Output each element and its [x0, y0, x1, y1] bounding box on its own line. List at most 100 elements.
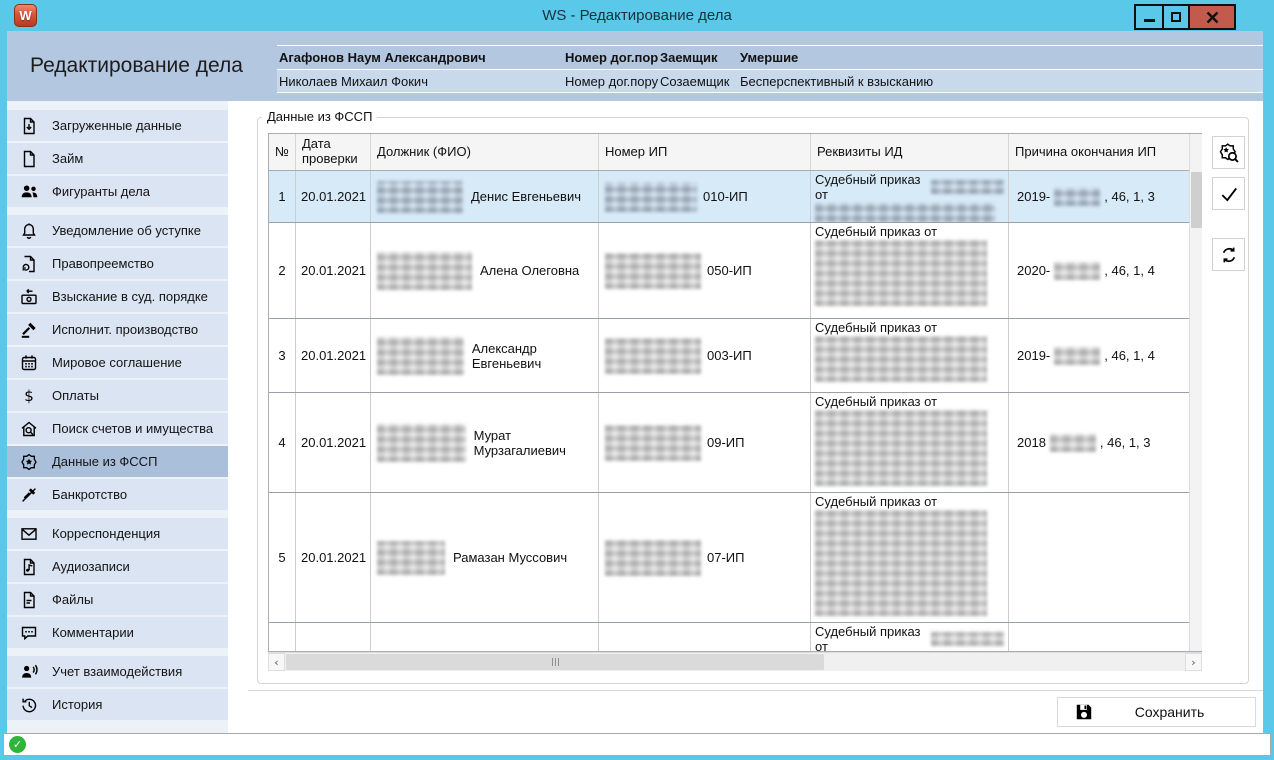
col-header-end-reason[interactable]: Причина окончания ИП [1009, 134, 1201, 170]
cell-debtor: Рамазан Муссович [371, 493, 599, 622]
sidebar-item-audio-records[interactable]: Аудиозаписи [7, 551, 228, 582]
sidebar-item-label: Оплаты [52, 388, 99, 403]
redacted-block [605, 540, 701, 576]
horizontal-scroll-thumb[interactable] [286, 654, 824, 670]
reason-suffix: , 46, 1, 4 [1104, 263, 1155, 278]
minimize-button[interactable] [1136, 6, 1162, 28]
sidebar-item-label: Файлы [52, 592, 93, 607]
sidebar-item-court-collection[interactable]: Взыскание в суд. порядке [7, 281, 228, 312]
envelope-icon [19, 524, 39, 544]
sidebar-item-fssp-data[interactable]: Данные из ФССП [7, 446, 228, 477]
table-horizontal-scrollbar[interactable]: ‹ › [268, 652, 1202, 671]
redacted-block [815, 203, 995, 222]
close-button[interactable] [1188, 6, 1234, 28]
vertical-scroll-thumb[interactable] [1191, 172, 1202, 228]
scroll-grip-icon [555, 658, 556, 666]
sidebar-item-settlement[interactable]: Мировое соглашение [7, 347, 228, 378]
refresh-button[interactable] [1212, 238, 1245, 271]
check-icon [1219, 184, 1239, 204]
cell-date: 20.01.2021 [296, 171, 371, 222]
sidebar-item-interaction-log[interactable]: Учет взаимодействия [7, 656, 228, 687]
requisites-text: Судебный приказ от [815, 394, 937, 409]
sidebar-item-payments[interactable]: $ Оплаты [7, 380, 228, 411]
groupbox-title: Данные из ФССП [262, 109, 377, 124]
sidebar-item-asset-search[interactable]: Поиск счетов и имущества [7, 413, 228, 444]
table-row[interactable]: 1 20.01.2021 Денис Евгеньевич 010-ИП Суд… [269, 171, 1201, 223]
maximize-button[interactable] [1162, 6, 1188, 28]
reason-prefix: 2018 [1017, 435, 1046, 450]
table-tools [1212, 136, 1245, 271]
sidebar-item-loaded-data[interactable]: Загруженные данные [7, 110, 228, 141]
scroll-grip-icon [558, 658, 559, 666]
col-header-num[interactable]: № [269, 134, 296, 170]
redacted-block [377, 424, 466, 462]
sidebar-item-enforcement[interactable]: Исполнит. производство [7, 314, 228, 345]
sidebar-item-cession-notice[interactable]: Уведомление об уступке [7, 215, 228, 246]
sidebar-item-correspondence[interactable]: Корреспонденция [7, 518, 228, 549]
table-row[interactable]: 2 20.01.2021 Алена Олеговна 050-ИП Судеб… [269, 223, 1201, 319]
confirm-button[interactable] [1212, 177, 1245, 210]
sidebar-item-label: Мировое соглашение [52, 355, 182, 370]
table-header-row: № Дата проверки Должник (ФИО) Номер ИП Р… [269, 134, 1201, 171]
case-info-table: Агафонов Наум Александрович Номер дог.по… [277, 45, 1263, 93]
refresh-icon [1219, 245, 1239, 265]
sidebar-item-comments[interactable]: Комментарии [7, 617, 228, 648]
debtor-name: Денис Евгеньевич [471, 189, 581, 204]
cell-requisites: Судебный приказ от [811, 223, 1009, 318]
table-row[interactable]: Судебный приказ от [269, 623, 1201, 652]
redacted-block [605, 338, 701, 374]
cell-debtor: Мурат Мурзагалиевич [371, 393, 599, 492]
file-refresh-icon [19, 254, 39, 274]
table-row[interactable]: 4 20.01.2021 Мурат Мурзагалиевич 09-ИП С… [269, 393, 1201, 493]
coborrower-name: Николаев Михаил Фокич [277, 74, 565, 89]
cell-num: 3 [269, 319, 296, 392]
svg-text:$: $ [24, 387, 34, 405]
sidebar-item-label: История [52, 697, 102, 712]
sidebar-item-label: Правопреемство [52, 256, 154, 271]
scroll-right-arrow[interactable]: › [1185, 653, 1202, 671]
file-icon [19, 149, 39, 169]
col-header-check-date[interactable]: Дата проверки [296, 134, 371, 170]
col-header-ip-number[interactable]: Номер ИП [599, 134, 811, 170]
cell-num: 2 [269, 223, 296, 318]
maximize-icon [1171, 12, 1181, 22]
sidebar-group-1: Загруженные данные Займ Фигуранты дела [7, 110, 228, 207]
sidebar-item-label: Взыскание в суд. порядке [52, 289, 208, 304]
reason-suffix: , 46, 1, 3 [1100, 435, 1151, 450]
file-download-icon [19, 116, 39, 136]
app-icon: W [14, 4, 37, 27]
redacted-block [815, 240, 987, 306]
ip-number: 09-ИП [707, 435, 744, 450]
sidebar-item-history[interactable]: История [7, 689, 228, 720]
redacted-block [605, 182, 697, 212]
col-header-requisites[interactable]: Реквизиты ИД [811, 134, 1009, 170]
debtor-name: Александр Евгеньевич [472, 341, 598, 371]
people-icon [19, 182, 39, 202]
cell-debtor [371, 623, 599, 652]
horizontal-scroll-track[interactable] [285, 653, 1185, 671]
audio-file-icon [19, 557, 39, 577]
cell-date: 20.01.2021 [296, 393, 371, 492]
table-row[interactable]: 3 20.01.2021 Александр Евгеньевич 003-ИП… [269, 319, 1201, 393]
sidebar-item-loan[interactable]: Займ [7, 143, 228, 174]
sidebar-item-files[interactable]: Файлы [7, 584, 228, 615]
debtor-name: Рамазан Муссович [453, 550, 567, 565]
cell-num: 4 [269, 393, 296, 492]
sidebar-item-case-persons[interactable]: Фигуранты дела [7, 176, 228, 207]
sidebar-item-bankruptcy[interactable]: Банкротство [7, 479, 228, 510]
fssp-search-button[interactable] [1212, 136, 1245, 169]
table-row[interactable]: 5 20.01.2021 Рамазан Муссович 07-ИП Суде… [269, 493, 1201, 623]
person-talk-icon [19, 662, 39, 682]
save-button[interactable]: Сохранить [1057, 697, 1256, 727]
debtor-name: Алена Олеговна [480, 263, 579, 278]
cell-reason: 2019-, 46, 1, 3 [1009, 171, 1201, 222]
requisites-text: Судебный приказ от [815, 224, 937, 239]
col-header-debtor[interactable]: Должник (ФИО) [371, 134, 599, 170]
redacted-block [815, 510, 987, 616]
sidebar-item-label: Аудиозаписи [52, 559, 130, 574]
scroll-left-arrow[interactable]: ‹ [268, 653, 285, 671]
sidebar-item-succession[interactable]: Правопреемство [7, 248, 228, 279]
ip-number: 07-ИП [707, 550, 744, 565]
reason-suffix: , 46, 1, 4 [1104, 348, 1155, 363]
table-vertical-scrollbar[interactable] [1189, 134, 1202, 651]
